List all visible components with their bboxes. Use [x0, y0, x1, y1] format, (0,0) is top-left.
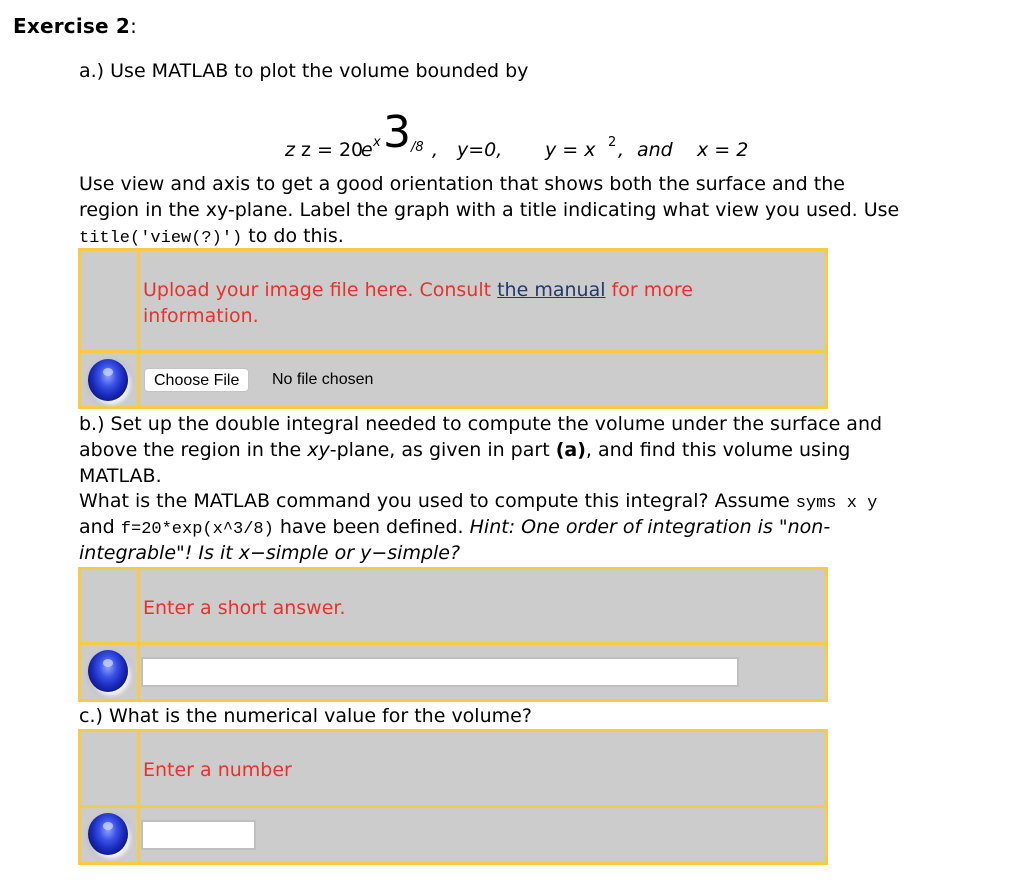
heading-colon: :: [130, 14, 138, 38]
hint-text-cont: integrable"! Is it x−simple or y−simple?: [79, 542, 461, 564]
title-code: title('view(?)'): [79, 229, 243, 248]
file-status: No file chosen: [272, 371, 374, 388]
upload-prompt-text: Upload your image file here. Consult: [143, 279, 498, 301]
formula-comma2: ,: [618, 139, 625, 161]
part-b-line2-a: above the region in the: [79, 439, 308, 461]
part-b-question: What is the MATLAB command you used to c…: [79, 490, 796, 512]
part-b-line6: integrable"! Is it x−simple or y−simple?: [79, 540, 460, 566]
formula-x-exp: x: [373, 135, 381, 150]
formula-and: and: [637, 139, 673, 161]
part-a-reference: (a): [555, 439, 586, 461]
part-b-line4: What is the MATLAB command you used to c…: [79, 488, 877, 517]
formula-over8: /8: [411, 140, 424, 155]
row-divider: [81, 350, 825, 353]
formula-x-eq: x = 2: [697, 139, 749, 161]
formula-comma1: ,: [432, 139, 439, 161]
part-b-line3: MATLAB.: [79, 465, 162, 487]
manual-link[interactable]: the manual: [497, 279, 605, 301]
formula-z-eq: z = 20: [301, 139, 364, 161]
number-answer-box: Enter a number: [78, 729, 828, 865]
part-a-line1: Use view and axis to get a good orientat…: [79, 173, 845, 195]
status-orb-icon: [88, 813, 128, 855]
status-orb-icon: [88, 359, 128, 401]
part-b-line5: and f=20*exp(x^3/8) have been defined. H…: [79, 514, 830, 543]
part-a-line2: region in the xy-plane. Label the graph …: [79, 199, 900, 221]
part-b-line5-a: and: [79, 516, 121, 538]
part-a-line3-rest: to do this.: [242, 225, 344, 247]
part-b-line2-b: -plane, as given in part: [329, 439, 556, 461]
column-divider: [137, 570, 140, 699]
exercise-heading: Exercise 2:: [13, 14, 137, 38]
choose-file-button[interactable]: Choose File: [144, 368, 250, 392]
row-divider: [81, 805, 825, 808]
syms-code: syms x y: [795, 494, 878, 513]
column-divider: [137, 251, 140, 406]
xy-term: xy: [307, 439, 330, 461]
row-divider: [81, 642, 825, 645]
formula-z: z: [285, 139, 295, 161]
part-b-line2-c: , and find this volume using: [585, 439, 851, 461]
function-code: f=20*exp(x^3/8): [120, 520, 274, 539]
number-prompt: Enter a number: [143, 759, 292, 781]
part-c-question: c.) What is the numerical value for the …: [79, 705, 532, 727]
status-orb-icon: [88, 650, 128, 692]
part-a-intro: a.) Use MATLAB to plot the volume bounde…: [79, 60, 529, 82]
short-answer-input[interactable]: [141, 657, 739, 687]
formula-y0: y=0,: [457, 139, 503, 161]
part-b-line1: b.) Set up the double integral needed to…: [79, 413, 883, 435]
column-divider: [137, 732, 140, 862]
formula-cubed: 3: [383, 107, 411, 158]
formula-e: e: [361, 139, 373, 161]
upload-prompt: Upload your image file here. Consult the…: [143, 277, 693, 329]
number-input[interactable]: [141, 820, 256, 850]
short-answer-prompt: Enter a short answer.: [143, 597, 346, 619]
exercise-title: Exercise 2: [13, 14, 131, 38]
part-b-line2: above the region in the xy-plane, as giv…: [79, 437, 850, 463]
hint-text: Hint: One order of integration is "non-: [469, 516, 831, 538]
formula-y-eq: y = x: [545, 139, 596, 161]
upload-answer-box: Upload your image file here. Consult the…: [78, 248, 828, 409]
upload-prompt-text-after: for more: [605, 279, 693, 301]
part-b-line5-b: have been defined.: [273, 516, 470, 538]
short-answer-box: Enter a short answer.: [78, 567, 828, 702]
formula-squared: 2: [608, 135, 617, 150]
upload-prompt-line2: information.: [143, 305, 259, 327]
